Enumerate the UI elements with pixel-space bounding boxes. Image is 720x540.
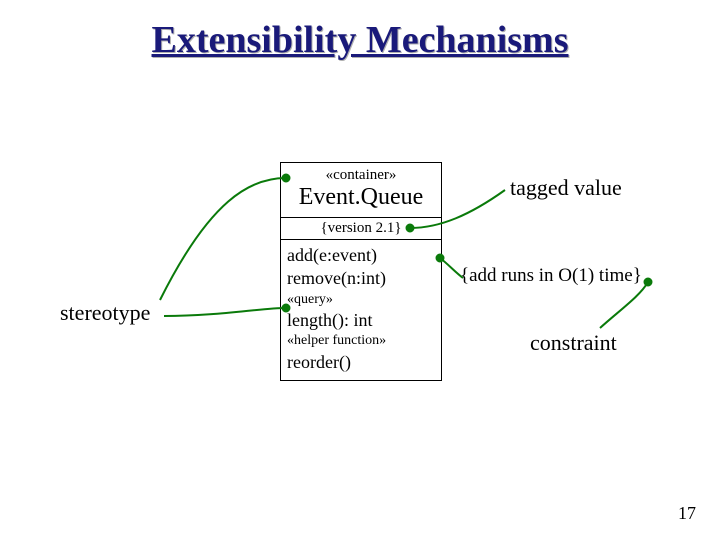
label-tagged-value: tagged value [510,175,622,201]
op-query-stereotype: «query» [287,291,435,309]
tagged-value-row: {version 2.1} [281,218,441,240]
label-constraint: constraint [530,330,617,356]
slide: Extensibility Mechanisms «container» Eve… [0,0,720,540]
label-stereotype: stereotype [60,300,150,326]
class-stereotype: «container» [285,167,437,184]
uml-class-box: «container» Event.Queue {version 2.1} ad… [280,162,442,381]
op-add: add(e:event) [287,244,435,267]
op-remove: remove(n:int) [287,267,435,290]
operations-compartment: add(e:event) remove(n:int) «query» lengt… [281,240,441,380]
class-name: Event.Queue [285,184,437,211]
label-constraint-note: {add runs in O(1) time} [460,265,642,287]
op-helper-stereotype: «helper function» [287,332,435,350]
uml-head: «container» Event.Queue [281,163,441,218]
op-length: length(): int [287,309,435,332]
op-reorder: reorder() [287,351,435,374]
slide-title: Extensibility Mechanisms [0,18,720,62]
page-number: 17 [678,503,696,524]
